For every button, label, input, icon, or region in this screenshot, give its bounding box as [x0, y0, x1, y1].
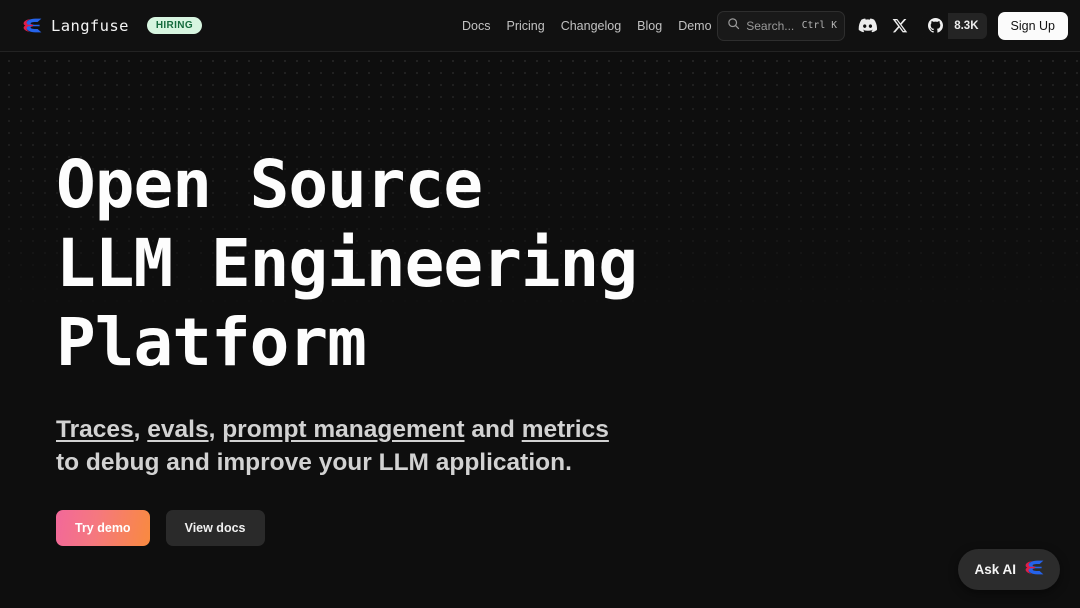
subhead-link-traces[interactable]: Traces	[56, 416, 134, 443]
ask-ai-button[interactable]: Ask AI	[958, 549, 1060, 590]
view-docs-button[interactable]: View docs	[165, 510, 265, 546]
subhead-link-prompt-management[interactable]: prompt management	[222, 416, 464, 443]
nav-item-changelog[interactable]: Changelog	[561, 19, 621, 33]
main-nav: Docs Pricing Changelog Blog Demo	[462, 0, 712, 52]
search-input[interactable]: Search... Ctrl K	[717, 10, 846, 41]
subhead-line-2: to debug and improve your LLM applicatio…	[56, 449, 572, 476]
hero-section: Open Source LLM Engineering Platform Tra…	[0, 52, 1080, 608]
search-icon	[727, 17, 740, 35]
hiring-badge[interactable]: HIRING	[146, 17, 202, 34]
hero-content: Open Source LLM Engineering Platform Tra…	[0, 52, 1080, 546]
subhead-link-evals[interactable]: evals	[147, 416, 208, 443]
page-title: Open Source LLM Engineering Platform	[56, 145, 1080, 382]
brand-name: Langfuse	[51, 16, 129, 35]
try-demo-button[interactable]: Try demo	[56, 510, 150, 546]
subhead-sep-2: ,	[208, 416, 223, 443]
nav-item-pricing[interactable]: Pricing	[506, 19, 544, 33]
github-star-count: 8.3K	[948, 12, 987, 39]
hero-subheading: Traces, evals, prompt management and met…	[56, 413, 816, 479]
search-shortcut-hint: Ctrl K	[801, 20, 838, 31]
langfuse-logo-icon	[1024, 560, 1044, 580]
headline-line-3: Platform	[56, 304, 367, 381]
hero-cta-row: Try demo View docs	[56, 510, 1080, 546]
nav-item-blog[interactable]: Blog	[637, 19, 662, 33]
github-icon	[922, 12, 949, 39]
discord-icon[interactable]	[856, 15, 878, 37]
header-actions: Search... Ctrl K 8.3K Sign Up	[717, 10, 1068, 41]
headline-line-1: Open Source	[56, 146, 483, 223]
subhead-link-metrics[interactable]: metrics	[522, 416, 609, 443]
sign-up-button[interactable]: Sign Up	[997, 11, 1068, 40]
ask-ai-label: Ask AI	[974, 562, 1016, 577]
headline-line-2: LLM Engineering	[56, 225, 638, 302]
subhead-sep-3: and	[464, 416, 522, 443]
search-placeholder: Search...	[746, 18, 795, 33]
nav-item-docs[interactable]: Docs	[462, 19, 490, 33]
nav-item-demo[interactable]: Demo	[678, 19, 711, 33]
langfuse-logo-icon	[22, 18, 42, 33]
x-twitter-icon[interactable]	[889, 15, 911, 37]
site-header: Langfuse HIRING Docs Pricing Changelog B…	[0, 0, 1080, 52]
github-stars-badge[interactable]: 8.3K	[922, 12, 987, 39]
brand-logo-link[interactable]: Langfuse HIRING	[22, 17, 202, 35]
subhead-sep-1: ,	[133, 416, 148, 443]
